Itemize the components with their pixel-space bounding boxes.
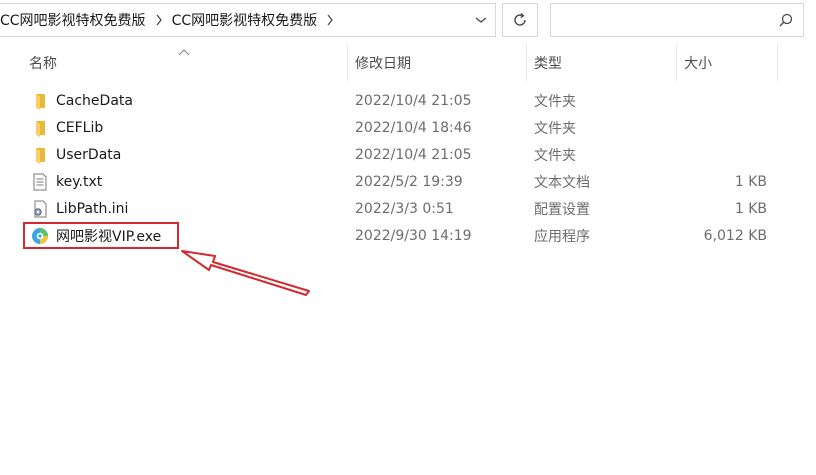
search-box[interactable] <box>550 3 804 37</box>
breadcrumb-item[interactable]: CC网吧影视特权免费版 <box>0 10 148 30</box>
chevron-right-icon[interactable] <box>148 14 170 26</box>
file-name: 网吧影视VIP.exe <box>56 228 162 245</box>
file-date: 2022/10/4 21:05 <box>355 92 472 109</box>
address-bar[interactable]: CC网吧影视特权免费版 CC网吧影视特权免费版 <box>0 3 496 37</box>
refresh-icon <box>514 13 526 26</box>
file-date: 2022/5/2 19:39 <box>355 173 463 190</box>
breadcrumb-item[interactable]: CC网吧影视特权免费版 <box>170 10 320 30</box>
file-name: CEFLib <box>56 119 104 136</box>
column-divider[interactable] <box>777 45 778 81</box>
config-file-icon <box>30 195 50 222</box>
refresh-button[interactable] <box>502 3 538 37</box>
file-date: 2022/10/4 21:05 <box>355 146 472 163</box>
column-header-type[interactable]: 类型 <box>534 45 674 81</box>
file-row[interactable]: CEFLib 2022/10/4 18:46 文件夹 <box>24 114 784 141</box>
text-file-icon <box>30 168 50 195</box>
column-header-row: 名称 修改日期 类型 大小 <box>0 45 816 81</box>
file-type: 文件夹 <box>534 147 576 164</box>
file-size: 1 KB <box>734 200 767 217</box>
chevron-right-icon[interactable] <box>319 14 341 26</box>
file-name: UserData <box>56 146 122 163</box>
file-type: 配置设置 <box>534 201 590 218</box>
folder-icon <box>30 87 50 114</box>
file-row[interactable]: UserData 2022/10/4 21:05 文件夹 <box>24 141 784 168</box>
file-date: 2022/10/4 18:46 <box>355 119 472 136</box>
file-type: 文件夹 <box>534 120 576 137</box>
search-input[interactable] <box>557 10 771 32</box>
file-name: CacheData <box>56 92 133 109</box>
column-divider[interactable] <box>676 45 677 81</box>
search-icon[interactable] <box>779 13 793 31</box>
file-row[interactable]: 网吧影视VIP.exe 2022/9/30 14:19 应用程序 6,012 K… <box>24 222 784 249</box>
file-type: 文本文档 <box>534 174 590 191</box>
column-header-name[interactable]: 名称 <box>29 45 347 81</box>
file-size: 1 KB <box>734 173 767 190</box>
folder-icon <box>30 114 50 141</box>
column-divider[interactable] <box>526 45 527 81</box>
column-divider[interactable] <box>347 45 348 81</box>
folder-icon <box>30 141 50 168</box>
file-row[interactable]: key.txt 2022/5/2 19:39 文本文档 1 KB <box>24 168 784 195</box>
file-date: 2022/9/30 14:19 <box>355 227 472 244</box>
file-type: 应用程序 <box>534 228 590 245</box>
column-header-size[interactable]: 大小 <box>684 45 774 81</box>
file-date: 2022/3/3 0:51 <box>355 200 454 217</box>
file-name: LibPath.ini <box>56 200 129 217</box>
file-row[interactable]: CacheData 2022/10/4 21:05 文件夹 <box>24 87 784 114</box>
toolbar: CC网吧影视特权免费版 CC网吧影视特权免费版 <box>0 0 816 42</box>
chevron-down-icon[interactable] <box>467 4 495 36</box>
file-size: 6,012 KB <box>703 227 767 244</box>
file-name: key.txt <box>56 173 103 190</box>
column-header-date[interactable]: 修改日期 <box>355 45 525 81</box>
file-type: 文件夹 <box>534 93 576 110</box>
file-row[interactable]: LibPath.ini 2022/3/3 0:51 配置设置 1 KB <box>24 195 784 222</box>
app-icon <box>30 222 50 249</box>
